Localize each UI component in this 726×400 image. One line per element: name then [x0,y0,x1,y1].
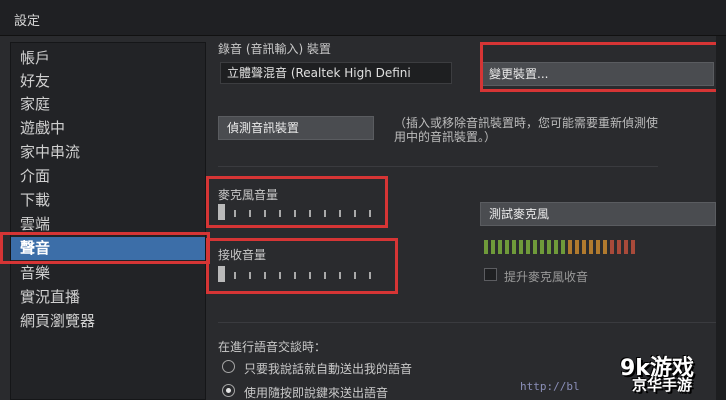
voice-section-label: 在進行語音交談時： [218,340,327,354]
detect-audio-note: （插入或移除音訊裝置時，您可能需要重新偵測使用中的音訊裝置。） [394,116,659,144]
meter-segment [568,240,572,254]
meter-segment [491,240,495,254]
section-divider-1 [218,166,658,167]
boost-mic-label: 提升麥克風收音 [504,270,589,284]
sidebar-item-in-game[interactable]: 遊戲中 [11,117,205,140]
mic-level-meter [484,240,640,254]
meter-segment [617,240,621,254]
sidebar-item-home-streaming[interactable]: 家中串流 [11,141,205,164]
meter-segment [631,240,635,254]
highlight-receive-volume [206,238,398,294]
meter-segment [484,240,488,254]
meter-segment [561,240,565,254]
meter-segment [582,240,586,254]
meter-segment [533,240,537,254]
meter-segment [610,240,614,254]
sidebar-item-music[interactable]: 音樂 [11,262,205,285]
watermark-logo: 9k游戏 京华手游 [608,350,726,400]
sidebar-item-family[interactable]: 家庭 [11,93,205,116]
auto-transmit-radio[interactable] [222,360,235,373]
sidebar-item-account[interactable]: 帳戶 [11,47,205,70]
scrollbar[interactable] [716,36,726,400]
meter-segment [498,240,502,254]
meter-segment [603,240,607,254]
meter-segment [547,240,551,254]
push-to-talk-radio[interactable] [222,384,235,397]
push-to-talk-label: 使用隨按即說鍵來送出語音 [244,386,389,400]
meter-segment [505,240,509,254]
auto-transmit-label: 只要我說話就自動送出我的語音 [244,362,413,376]
meter-segment [540,240,544,254]
meter-segment [589,240,593,254]
meter-segment [575,240,579,254]
settings-window: 設定 帳戶 好友 家庭 遊戲中 家中串流 介面 下載 雲端 聲音 音樂 實況直播… [0,0,726,400]
highlight-mic-volume [206,176,388,228]
boost-mic-checkbox[interactable] [484,268,497,281]
sidebar-item-downloads[interactable]: 下載 [11,189,205,212]
meter-segment [512,240,516,254]
detect-audio-devices-button[interactable]: 偵測音訊裝置 [218,116,374,140]
meter-segment [519,240,523,254]
section-divider-2 [218,322,718,323]
sidebar-item-web-browser[interactable]: 網頁瀏覽器 [11,310,205,333]
sidebar-item-interface[interactable]: 介面 [11,165,205,188]
highlight-sidebar-voice [0,232,210,264]
recording-device-label: 錄音 (音訊輸入) 裝置 [218,42,331,56]
meter-segment [596,240,600,254]
settings-sidebar: 帳戶 好友 家庭 遊戲中 家中串流 介面 下載 雲端 聲音 音樂 實況直播 網頁… [10,42,206,400]
meter-segment [526,240,530,254]
highlight-change-device [480,42,722,92]
window-title: 設定 [14,14,41,29]
meter-segment [624,240,628,254]
watermark-logo-line2: 京华手游 [632,376,693,394]
title-bar: 設定 [0,0,726,36]
test-microphone-button[interactable]: 測試麥克風 [480,202,716,226]
meter-segment [554,240,558,254]
sidebar-item-broadcasting[interactable]: 實況直播 [11,286,205,309]
sidebar-item-friends[interactable]: 好友 [11,70,205,93]
recording-device-field[interactable]: 立體聲混音 (Realtek High Defini [220,62,452,84]
watermark-url: http://bl [520,380,580,393]
